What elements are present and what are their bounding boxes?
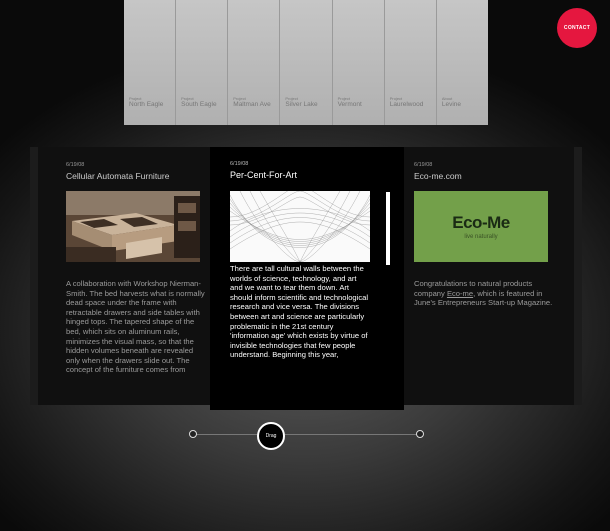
tab-south-eagle[interactable]: Project South Eagle [176, 0, 229, 125]
tab-silver-lake[interactable]: Project Silver Lake [280, 0, 333, 125]
tab-label: Silver Lake [285, 101, 318, 108]
project-tabs: Project North Eagle Project South Eagle Pr… [124, 0, 488, 125]
eco-me-logo: Eco-Me [452, 213, 510, 232]
slider-start-node[interactable] [189, 430, 197, 438]
tab-north-eagle[interactable]: Project North Eagle [124, 0, 177, 125]
card-body: A collaboration with Workshop Nierman-Sm… [66, 279, 205, 375]
tab-label: South Eagle [181, 101, 217, 108]
card-body: Congratulations to natural products comp… [414, 279, 554, 308]
strip-left-edge [30, 147, 38, 405]
strip-right-edge [574, 147, 582, 405]
card-per-cent-for-art[interactable]: 6/19/08 Per-Cent-For-Art There are tall … [210, 147, 404, 410]
eco-me-link[interactable]: Eco-me [447, 289, 473, 298]
card-date: 6/19/08 [414, 162, 433, 168]
card-title: Eco-me.com [414, 171, 462, 181]
drag-handle[interactable]: Drag [257, 422, 285, 450]
tab-label: Maltman Ave [233, 101, 271, 108]
tab-label: Vermont [337, 101, 362, 108]
tab-label: Levine [441, 101, 461, 108]
card-eco-me[interactable]: 6/19/08 Eco-me.com Eco-Me live naturally… [414, 162, 554, 402]
furniture-photo [66, 191, 200, 262]
contact-button[interactable]: CONTACT [557, 8, 597, 48]
card-date: 6/19/08 [230, 161, 249, 167]
art-image [230, 191, 370, 262]
eco-me-tagline: live naturally [464, 234, 498, 240]
slider-track[interactable] [194, 434, 421, 435]
card-scrollbar[interactable] [386, 192, 390, 265]
tab-maltman-ave[interactable]: Project Maltman Ave [228, 0, 281, 125]
card-body: There are tall cultural walls between th… [230, 264, 369, 360]
tab-label: Laurelwood [389, 101, 424, 108]
tab-label: North Eagle [129, 101, 164, 108]
card-title: Per-Cent-For-Art [230, 170, 298, 180]
tab-levine[interactable]: About Levine [436, 0, 488, 125]
eco-me-logo-image: Eco-Me live naturally [414, 191, 548, 262]
tab-vermont[interactable]: Project Vermont [332, 0, 385, 125]
card-date: 6/19/08 [66, 162, 85, 168]
slider-end-node[interactable] [416, 430, 424, 438]
card-title: Cellular Automata Furniture [66, 171, 170, 181]
tab-laurelwood[interactable]: Project Laurelwood [384, 0, 437, 125]
card-cellular-automata[interactable]: 6/19/08 Cellular Automata Furniture A co… [66, 162, 206, 402]
